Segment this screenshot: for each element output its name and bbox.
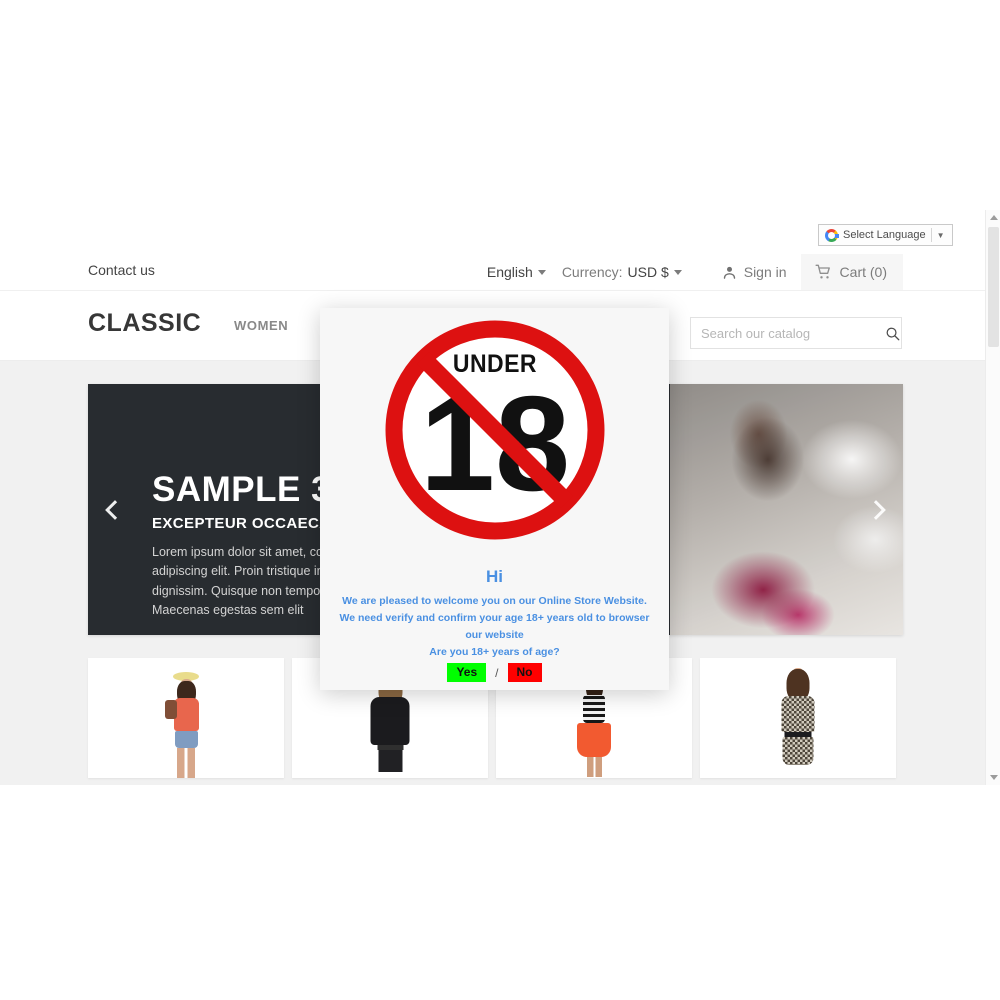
currency-selector[interactable]: Currency: USD $	[562, 264, 708, 280]
product-card[interactable]	[88, 658, 284, 778]
carousel-next-button[interactable]	[863, 490, 893, 530]
currency-value: USD $	[627, 264, 669, 280]
cart-label: Cart (0)	[839, 264, 887, 280]
chevron-down-icon	[537, 269, 546, 275]
sign-in-label: Sign in	[743, 264, 787, 280]
product-image	[781, 668, 815, 765]
modal-message-line-1: We are pleased to welcome you on our Onl…	[342, 595, 647, 607]
google-g-icon	[825, 228, 839, 242]
no-button[interactable]: No	[507, 663, 542, 683]
modal-message: We are pleased to welcome you on our Onl…	[330, 593, 659, 661]
cart-button[interactable]: Cart (0)	[800, 254, 903, 290]
chevron-down-icon[interactable]: ▼	[937, 231, 947, 240]
modal-actions: Yes / No	[320, 663, 669, 683]
shopping-cart-icon	[815, 264, 830, 279]
search-input[interactable]	[691, 318, 879, 348]
search-icon	[886, 327, 900, 340]
svg-text:18: 18	[419, 368, 569, 519]
age-verification-modal: UNDER 18 Hi We are pleased to welcome yo…	[320, 308, 669, 690]
scroll-up-arrow-icon[interactable]	[986, 210, 1000, 225]
divider	[930, 228, 932, 242]
yes-button[interactable]: Yes	[447, 663, 487, 683]
vertical-scrollbar[interactable]	[985, 210, 1000, 785]
modal-greeting: Hi	[486, 567, 503, 586]
carousel-prev-button[interactable]	[98, 490, 128, 530]
translate-label: Select Language	[843, 229, 926, 241]
sign-in-link[interactable]: Sign in	[708, 264, 801, 280]
google-translate-widget[interactable]: Select Language ▼	[818, 224, 953, 246]
contact-us-link[interactable]: Contact us	[88, 262, 155, 278]
product-card[interactable]	[700, 658, 896, 778]
chevron-down-icon	[673, 269, 682, 275]
modal-message-line-2: We need verify and confirm your age 18+ …	[339, 612, 650, 641]
search-box[interactable]	[690, 317, 902, 349]
site-logo[interactable]: CLASSIC	[88, 309, 201, 338]
language-selector[interactable]: English	[487, 264, 562, 280]
chevron-right-icon	[866, 499, 886, 520]
screenshot-root: Select Language ▼ Contact us English Cur…	[0, 0, 1000, 1000]
scrollbar-thumb[interactable]	[988, 227, 999, 347]
scroll-down-arrow-icon[interactable]	[986, 770, 1000, 785]
separator: /	[495, 665, 499, 680]
modal-message-line-3: Are you 18+ years of age?	[429, 646, 560, 658]
product-image	[164, 672, 199, 778]
top-bar: Select Language ▼ Contact us English Cur…	[0, 210, 985, 291]
no-under-18-icon: UNDER 18	[379, 314, 611, 546]
chevron-left-icon	[105, 499, 125, 520]
search-button[interactable]	[879, 318, 906, 348]
top-bar-right: English Currency: USD $ Sign in Cart (0)	[487, 254, 903, 290]
user-icon	[723, 266, 735, 279]
nav-item-women[interactable]: WOMEN	[234, 318, 288, 333]
language-label: English	[486, 264, 533, 280]
currency-label: Currency:	[561, 264, 623, 280]
